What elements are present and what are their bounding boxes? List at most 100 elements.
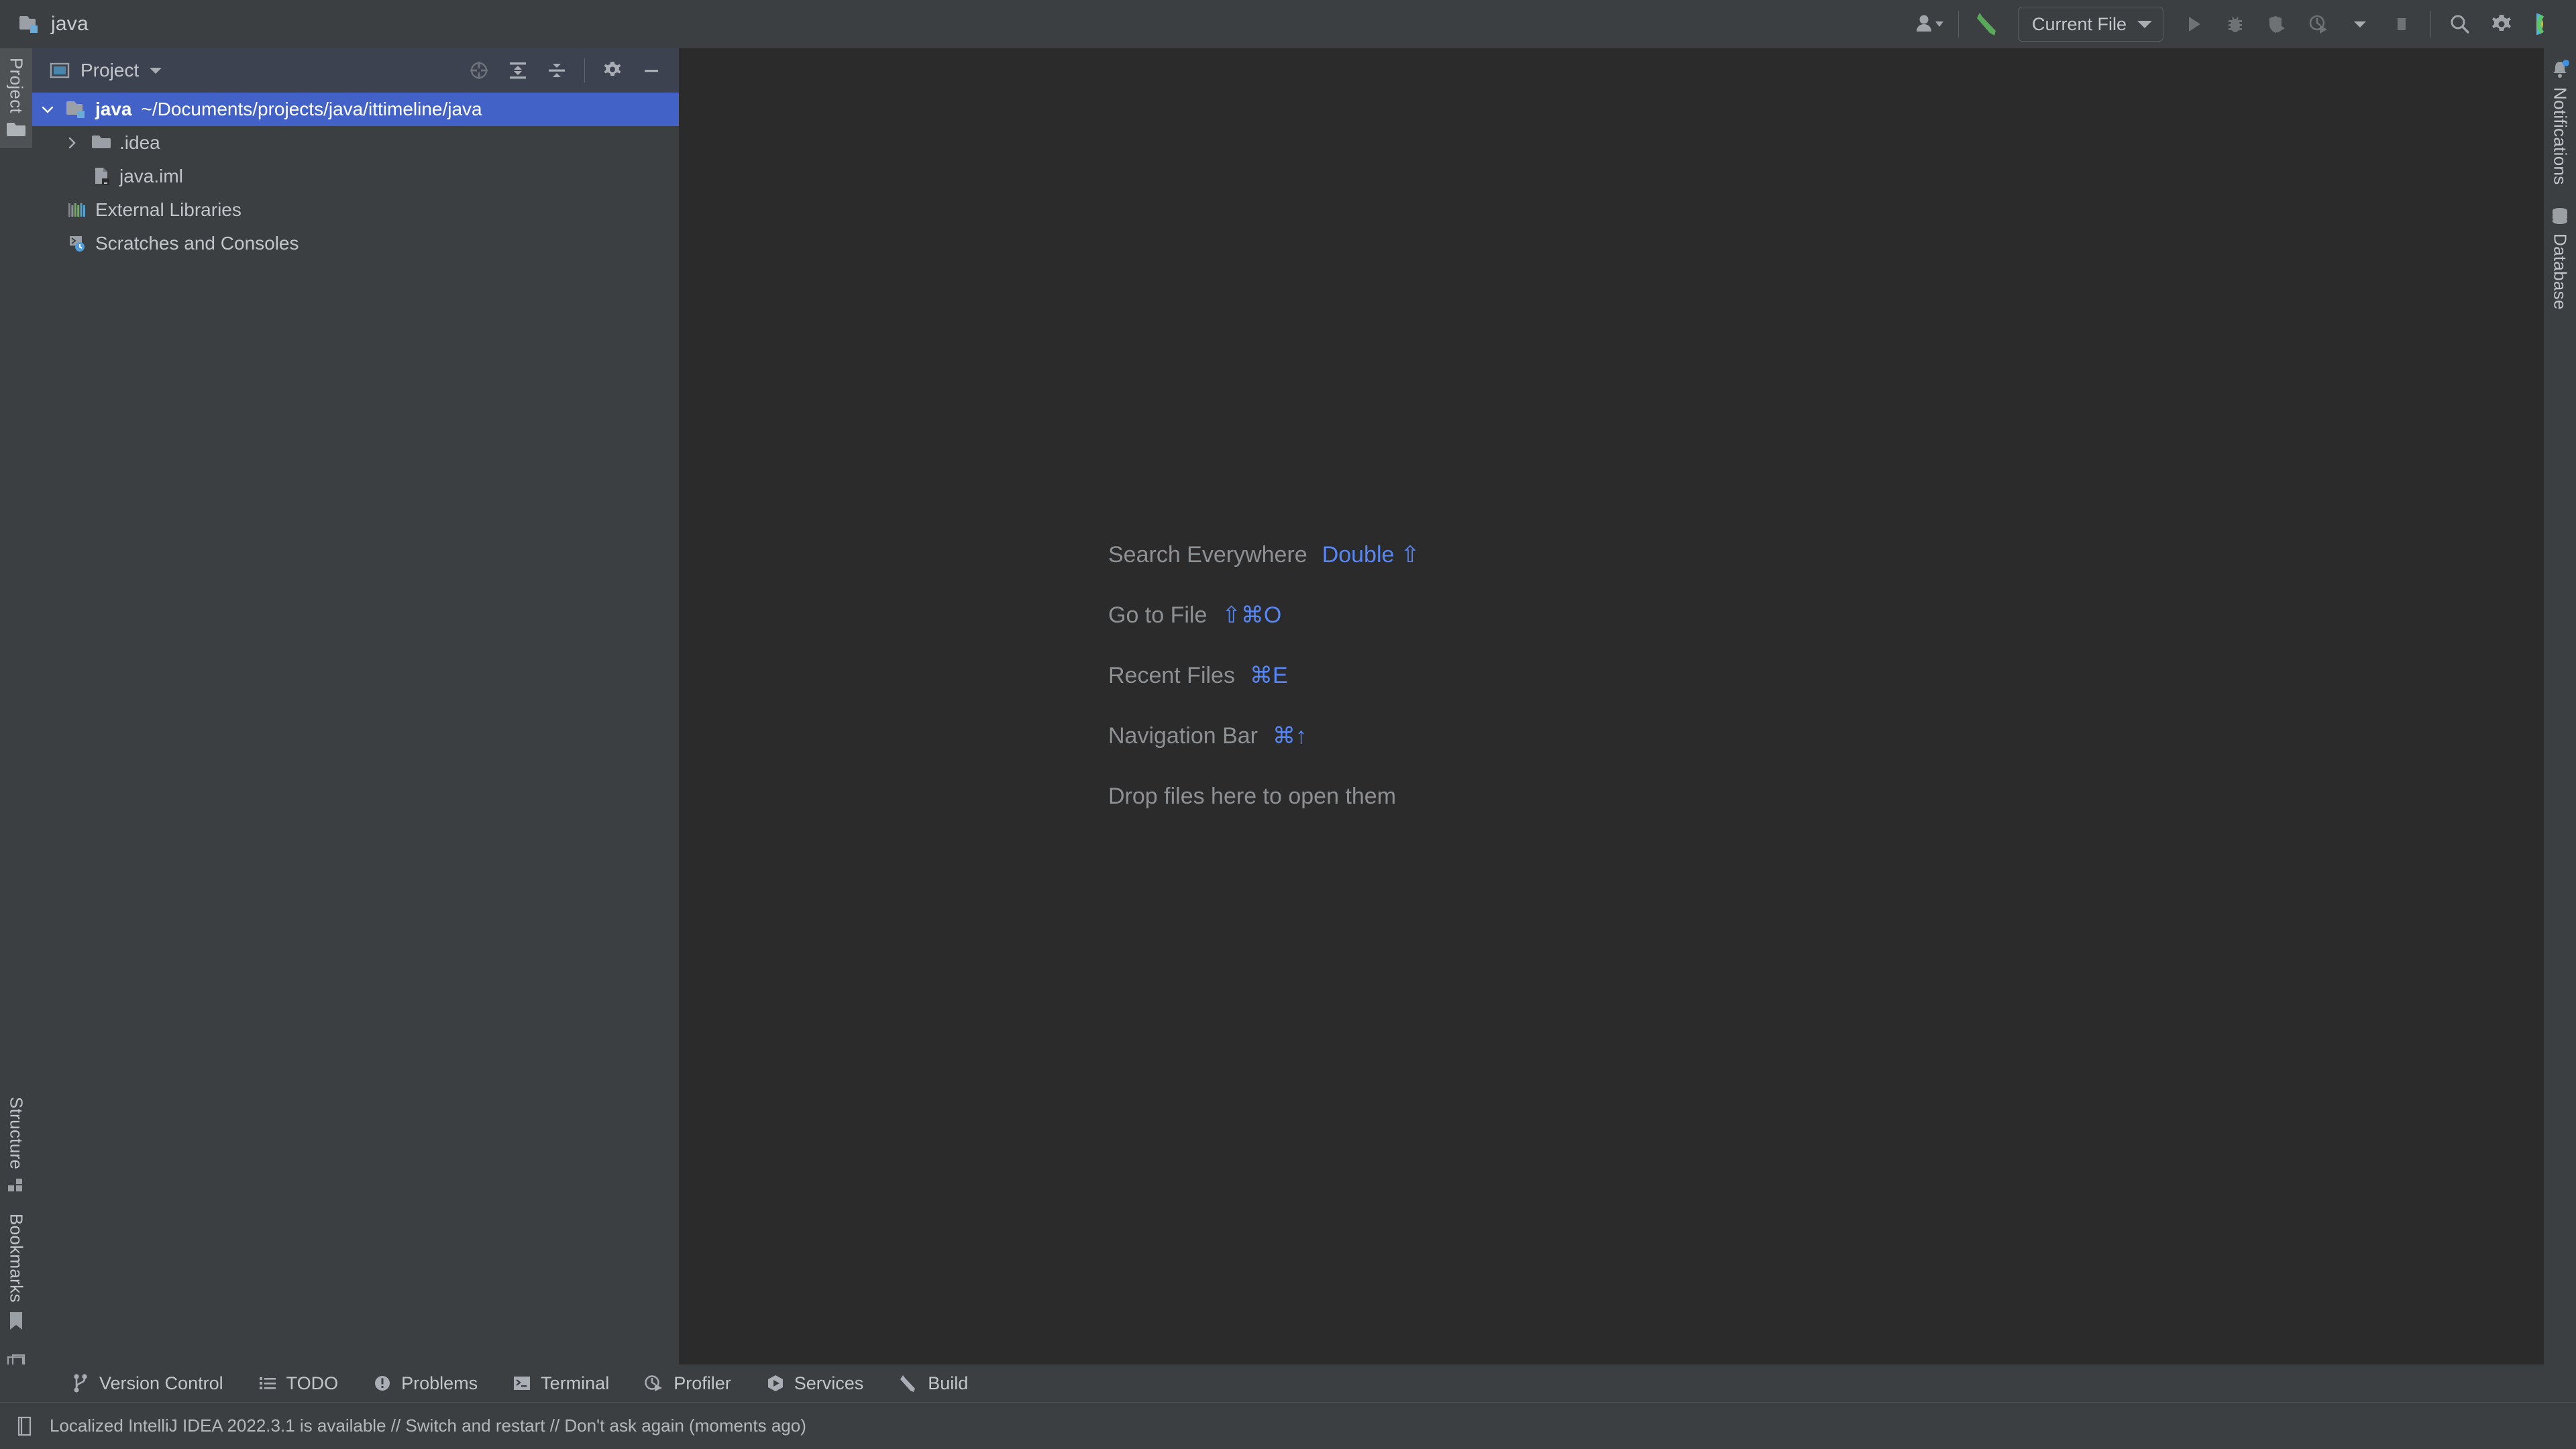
chevron-down-icon xyxy=(2354,21,2366,28)
sidebar-item-structure[interactable]: Structure xyxy=(0,1087,32,1204)
select-opened-file-button[interactable] xyxy=(461,52,497,89)
chevron-right-icon[interactable] xyxy=(56,135,87,151)
right-tool-strip: Notifications Database xyxy=(2544,48,2576,1387)
libraries-icon xyxy=(63,201,91,219)
list-icon xyxy=(258,1375,277,1392)
tree-row-label: java.iml xyxy=(119,166,183,187)
sidebar-item-project-label: Project xyxy=(6,58,27,114)
title-bar-left: java xyxy=(0,13,89,36)
bottom-tool-label: Profiler xyxy=(674,1373,731,1393)
tree-row[interactable]: Scratches and Consoles xyxy=(32,227,679,260)
chevron-down-icon[interactable] xyxy=(150,67,162,74)
project-view-selector[interactable]: Project xyxy=(50,60,162,81)
tree-node-name: .idea xyxy=(119,132,160,153)
editor-hint-shortcut: ⌘↑ xyxy=(1273,723,1307,749)
profile-button[interactable] xyxy=(2298,3,2339,45)
tree-row-label: External Libraries xyxy=(95,199,241,221)
collapse-all-button[interactable] xyxy=(539,52,575,89)
editor-hint-label: Recent Files xyxy=(1108,662,1235,688)
user-account-button[interactable] xyxy=(1909,3,1950,45)
status-message[interactable]: Localized IntelliJ IDEA 2022.3.1 is avai… xyxy=(34,1415,806,1436)
bottom-tool-label: TODO xyxy=(286,1373,339,1393)
panel-actions-divider xyxy=(584,58,585,83)
iml-file-icon xyxy=(87,166,115,187)
branch-icon xyxy=(71,1373,90,1393)
panel-options-button[interactable] xyxy=(594,52,631,89)
services-icon xyxy=(766,1374,785,1393)
folder-icon xyxy=(87,133,115,152)
hammer-icon xyxy=(898,1373,918,1393)
run-with-coverage-button[interactable] xyxy=(2256,3,2298,45)
editor-hint-label: Go to File xyxy=(1108,602,1208,628)
tree-row[interactable]: .idea xyxy=(32,126,679,160)
sidebar-item-notifications[interactable]: Notifications xyxy=(2544,48,2576,196)
bottom-tool-strip: Version Control TODO Problems Terminal Profi… xyxy=(0,1364,2576,1402)
sidebar-item-project[interactable]: Project xyxy=(0,48,32,149)
bookmark-icon xyxy=(7,1311,25,1331)
toolbar-divider-2 xyxy=(2430,11,2431,38)
editor-hint-row: Drop files here to open them xyxy=(1108,766,1419,826)
sidebar-item-bookmarks-label: Bookmarks xyxy=(6,1214,27,1303)
project-view-icon xyxy=(50,62,70,79)
editor-hint-row: Search Everywhere Double ⇧ xyxy=(1108,525,1419,585)
chevron-down-icon xyxy=(2137,20,2152,28)
hide-panel-button[interactable] xyxy=(633,52,669,89)
editor-empty-area[interactable]: Search Everywhere Double ⇧ Go to File ⇧⌘O Re… xyxy=(679,48,2544,1387)
stop-button[interactable] xyxy=(2381,3,2422,45)
editor-hint-row: Go to File ⇧⌘O xyxy=(1108,585,1419,645)
bottom-tool-profiler[interactable]: Profiler xyxy=(627,1367,749,1399)
editor-hint-row: Recent Files ⌘E xyxy=(1108,645,1419,706)
folder-icon xyxy=(6,121,26,139)
chevron-down-icon[interactable] xyxy=(32,101,63,117)
bottom-tool-problems[interactable]: Problems xyxy=(356,1367,495,1399)
toolbar-divider xyxy=(1957,11,1959,38)
run-configuration-selector[interactable]: Current File xyxy=(2017,7,2163,42)
tree-node-name: Scratches and Consoles xyxy=(95,233,299,254)
clock-run-icon xyxy=(644,1374,664,1393)
tree-node-path: ~/Documents/projects/java/ittimeline/jav… xyxy=(141,99,482,119)
editor-hints: Search Everywhere Double ⇧ Go to File ⇧⌘O Re… xyxy=(1108,525,1419,826)
editor-hint-label: Drop files here to open them xyxy=(1108,783,1397,809)
run-button[interactable] xyxy=(2173,3,2214,45)
sidebar-item-notifications-label: Notifications xyxy=(2550,87,2571,185)
run-config-label: Current File xyxy=(2031,13,2127,34)
editor-hint-shortcut: Double ⇧ xyxy=(1322,542,1420,568)
sidebar-item-database-label: Database xyxy=(2550,233,2571,310)
structure-icon xyxy=(7,1177,25,1195)
search-everywhere-button[interactable] xyxy=(2439,3,2481,45)
bottom-tool-todo[interactable]: TODO xyxy=(241,1367,356,1399)
settings-button[interactable] xyxy=(2481,3,2522,45)
editor-hint-label: Search Everywhere xyxy=(1108,541,1307,568)
bottom-tool-label: Version Control xyxy=(99,1373,223,1393)
intellij-logo-icon[interactable] xyxy=(2522,3,2564,45)
left-strip-bottom-group: Structure Bookmarks xyxy=(0,1087,32,1340)
bottom-tool-label: Services xyxy=(794,1373,864,1393)
expand-all-button[interactable] xyxy=(500,52,536,89)
project-tool-window: Project java ~/Documents/projects/java/i… xyxy=(32,48,679,1387)
build-project-button[interactable] xyxy=(1967,3,2008,45)
tree-node-name: java xyxy=(95,99,132,119)
sidebar-item-bookmarks[interactable]: Bookmarks xyxy=(0,1204,32,1340)
tree-row-label: java ~/Documents/projects/java/ittimeline… xyxy=(95,99,482,120)
sidebar-item-database[interactable]: Database xyxy=(2544,196,2576,321)
tree-row-label: .idea xyxy=(119,132,160,154)
bottom-tool-version-control[interactable]: Version Control xyxy=(54,1367,241,1399)
sidebar-item-structure-label: Structure xyxy=(6,1097,27,1170)
tree-row[interactable]: java.iml xyxy=(32,160,679,193)
tree-row[interactable]: External Libraries xyxy=(32,193,679,227)
bottom-tool-services[interactable]: Services xyxy=(749,1367,881,1399)
project-panel-title: Project xyxy=(80,60,140,80)
status-bar: Localized IntelliJ IDEA 2022.3.1 is avai… xyxy=(0,1402,2576,1449)
notification-doc-icon[interactable] xyxy=(0,1415,34,1437)
project-panel-actions xyxy=(461,52,669,89)
tree-row[interactable]: java ~/Documents/projects/java/ittimeline… xyxy=(32,93,679,126)
editor-vertical-scrollbar[interactable] xyxy=(2530,48,2544,1387)
left-tool-strip: Project Structure Bookmarks xyxy=(0,48,32,1387)
editor-hint-shortcut: ⌘E xyxy=(1249,663,1288,688)
bottom-tool-terminal[interactable]: Terminal xyxy=(495,1367,627,1399)
profile-dropdown-button[interactable] xyxy=(2339,3,2381,45)
debug-button[interactable] xyxy=(2214,3,2256,45)
bottom-tool-label: Build xyxy=(928,1373,969,1393)
bottom-tool-build[interactable]: Build xyxy=(881,1367,985,1399)
tree-row-label: Scratches and Consoles xyxy=(95,233,299,254)
